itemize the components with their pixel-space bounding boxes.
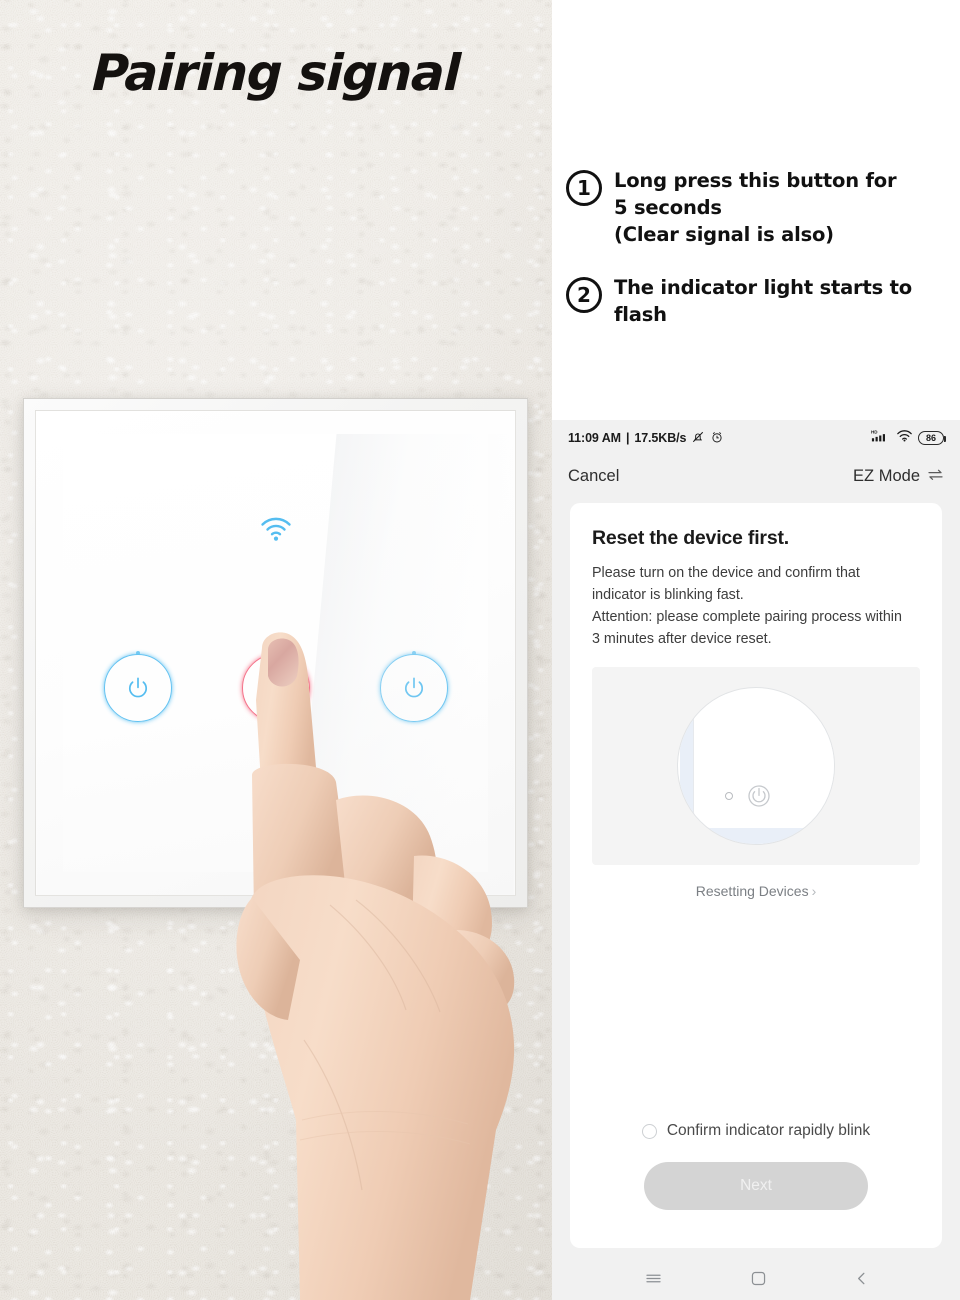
status-network-speed: 17.5KB/s [634, 431, 687, 445]
led-indicator-dot [725, 791, 733, 800]
ez-mode-selector[interactable]: EZ Mode [853, 467, 944, 486]
svg-text:HD: HD [871, 430, 878, 435]
glass-reflection-highlight [296, 434, 518, 872]
power-button-left[interactable] [103, 654, 172, 722]
alarm-clock-icon [710, 430, 724, 447]
android-system-nav [552, 1256, 960, 1300]
wall-touch-switch [23, 398, 528, 908]
power-button-row [63, 654, 488, 722]
resetting-devices-link[interactable]: Resetting Devices › [592, 883, 920, 899]
app-nav-bar: Cancel EZ Mode [552, 456, 960, 496]
next-button[interactable]: Next [644, 1162, 868, 1210]
menu-icon[interactable] [644, 1272, 663, 1285]
card-body-line-3: Attention: please complete pairing proce… [592, 609, 902, 626]
power-icon [263, 675, 289, 701]
status-bar-right: HD 86 [871, 429, 946, 447]
ez-mode-label: EZ Mode [853, 466, 920, 485]
status-time: 11:09 AM [568, 431, 621, 445]
card-body-text: Please turn on the device and confirm th… [592, 562, 920, 651]
switch-glass-panel [63, 434, 518, 872]
swap-arrows-icon [927, 467, 944, 486]
reset-device-card: Reset the device first. Please turn on t… [570, 503, 942, 1248]
instructions-panel: 1 Long press this button for 5 seconds (… [552, 0, 960, 420]
wifi-icon [258, 514, 294, 542]
power-icon [746, 783, 772, 809]
wifi-icon [896, 429, 913, 447]
step-1-line-3: (Clear signal is also) [614, 222, 834, 246]
home-square-icon[interactable] [750, 1270, 767, 1287]
card-body-line-1: Please turn on the device and confirm th… [592, 565, 860, 581]
title-band: Pairing signal [0, 0, 552, 130]
battery-indicator: 86 [918, 431, 946, 445]
instruction-step-1: 1 Long press this button for 5 seconds (… [566, 168, 946, 249]
status-separator: | [625, 431, 630, 445]
phone-screenshot: 11:09 AM | 17.5KB/s HD 86 Cancel EZ Mode… [552, 420, 960, 1300]
step-number-badge-2: 2 [566, 276, 602, 313]
status-bar: 11:09 AM | 17.5KB/s HD 86 [552, 420, 960, 456]
power-button-right[interactable] [379, 654, 448, 722]
page-title: Pairing signal [91, 44, 461, 102]
power-icon [401, 675, 427, 701]
back-chevron-icon[interactable] [854, 1270, 869, 1287]
confirm-checkbox-label: Confirm indicator rapidly blink [666, 1122, 871, 1139]
pairing-signal-infographic: Pairing signal 1 Long press this button … [0, 0, 960, 1300]
card-title: Reset the device first. [592, 527, 789, 549]
instruction-step-2: 2 The indicator light starts to flash [566, 275, 946, 329]
step-1-line-2: 5 seconds [614, 195, 722, 219]
confirm-checkbox[interactable] [641, 1123, 657, 1139]
device-illustration-box [592, 666, 920, 865]
step-2-line-2: flash [614, 302, 667, 326]
step-text-2: The indicator light starts to flash [614, 275, 912, 329]
step-2-line-1: The indicator light starts to [614, 275, 912, 299]
step-1-line-1: Long press this button for [614, 169, 897, 192]
device-illustration-circle [677, 686, 835, 845]
power-button-middle[interactable] [241, 654, 310, 722]
step-text-1: Long press this button for 5 seconds (Cl… [614, 168, 897, 249]
confirm-indicator-row[interactable]: Confirm indicator rapidly blink [570, 1122, 942, 1140]
power-icon [125, 675, 151, 701]
chevron-right-icon: › [811, 882, 817, 899]
resetting-devices-label: Resetting Devices [695, 882, 809, 899]
card-body-line-4: 3 minutes after device reset. [592, 631, 772, 648]
status-bar-left: 11:09 AM | 17.5KB/s [568, 430, 724, 447]
bell-muted-icon [691, 430, 705, 447]
card-body-line-2: indicator is blinking fast. [592, 587, 744, 604]
cancel-button[interactable]: Cancel [568, 467, 619, 486]
step-number-badge-1: 1 [566, 170, 602, 206]
hd-signal-bars-icon: HD [871, 429, 891, 447]
